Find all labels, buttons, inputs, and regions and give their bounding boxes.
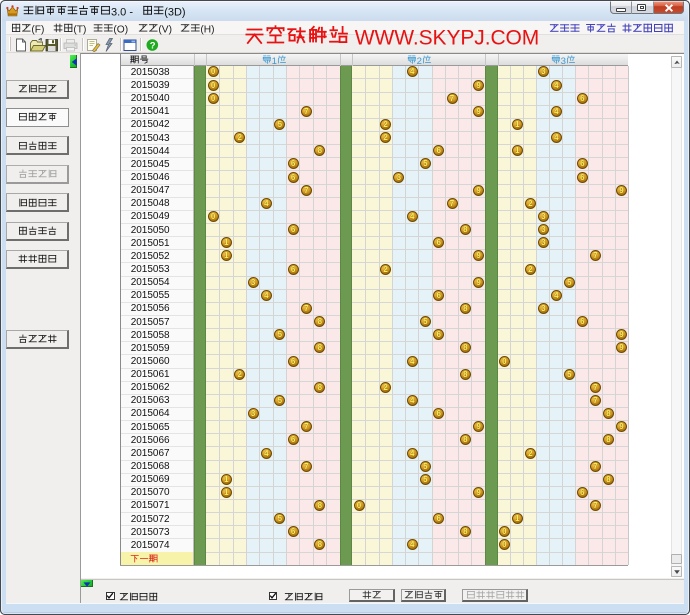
svg-text:(F): (F) (31, 24, 44, 34)
svg-text:(O): (O) (114, 24, 129, 34)
svg-text:(T): (T) (74, 24, 87, 34)
svg-text:(V): (V) (159, 24, 173, 34)
svg-text:(3D): (3D) (164, 6, 185, 18)
svg-text:(H): (H) (200, 24, 214, 34)
svg-text:3.0 -: 3.0 - (111, 6, 133, 18)
svg-text:WWW.SKYPJ.COM: WWW.SKYPJ.COM (354, 27, 539, 50)
svg-text:?: ? (150, 40, 156, 51)
